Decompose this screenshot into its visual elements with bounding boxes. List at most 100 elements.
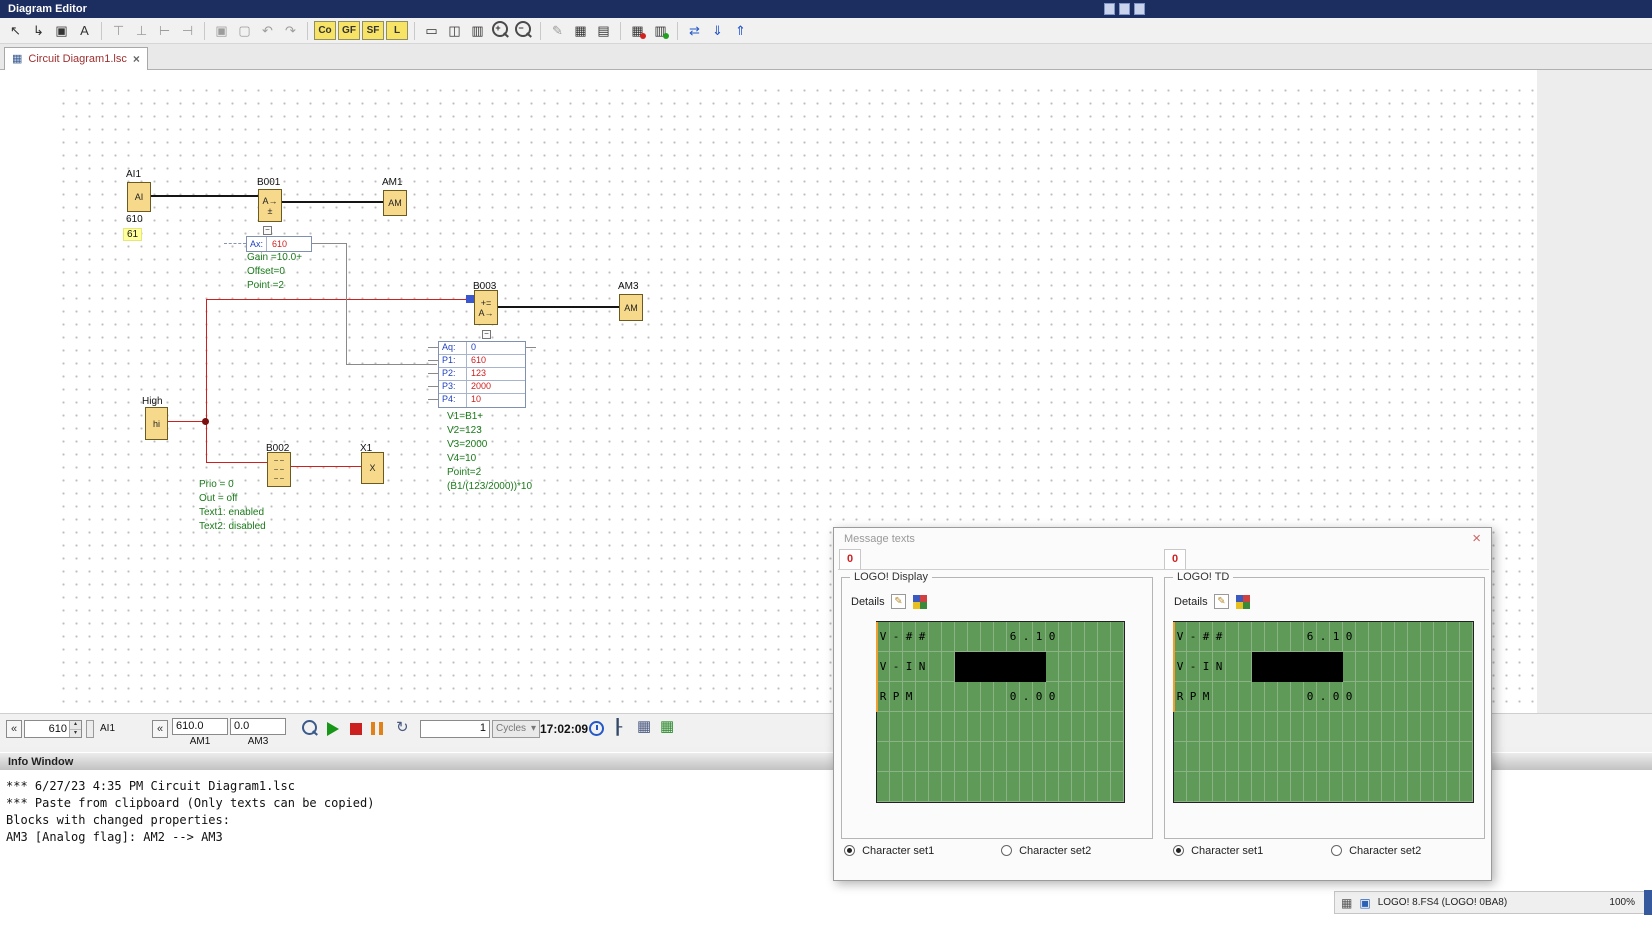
lcd-cell[interactable] [994,622,1007,652]
window-split2-icon[interactable]: ◫ [444,20,465,41]
lcd-cell[interactable] [968,712,981,742]
lcd-cell[interactable] [1291,622,1304,652]
connector-tool-icon[interactable]: ↳ [28,20,49,41]
window-split3-icon[interactable]: ▥ [467,20,488,41]
lcd-cell[interactable] [1072,742,1085,772]
lcd-cell[interactable] [1252,772,1265,802]
lcd-cell[interactable]: 0 [1304,682,1317,712]
lcd-cell[interactable] [1111,682,1124,712]
block-insert-icon[interactable]: ▣ [51,20,72,41]
ax-parameter-box[interactable]: Ax: 610 [246,236,312,252]
message-tab-0-display[interactable]: 0 [839,549,861,569]
lcd-cell[interactable] [929,622,942,652]
lcd-cell[interactable] [955,712,968,742]
ai1-input-value[interactable]: 610 [25,721,69,737]
wire-to-b002[interactable] [206,462,267,463]
lcd-cell[interactable] [1304,742,1317,772]
lcd-cell[interactable] [1111,742,1124,772]
lcd-cell[interactable] [1408,712,1421,742]
lcd-cell[interactable] [1460,622,1473,652]
lcd-cell[interactable] [1265,742,1278,772]
lcd-cell[interactable] [1356,772,1369,802]
lcd-cell[interactable] [981,622,994,652]
lcd-cell[interactable] [1447,712,1460,742]
lcd-cell[interactable] [1239,622,1252,652]
lcd-cell[interactable]: 0 [1007,682,1020,712]
lcd-cell[interactable] [1343,742,1356,772]
start-simulation-icon[interactable] [327,722,339,736]
lcd-cell[interactable] [994,772,1007,802]
lcd-cell[interactable] [1007,742,1020,772]
lcd-cell[interactable] [968,772,981,802]
lcd-cell[interactable]: P [890,682,903,712]
send-backward-icon[interactable]: ▢ [234,20,255,41]
lcd-cell[interactable] [1304,772,1317,802]
lcd-cell[interactable] [1434,652,1447,682]
tree-view-icon[interactable]: ┠ [613,719,622,735]
lcd-cell[interactable] [942,742,955,772]
lcd-cell[interactable]: # [903,622,916,652]
lcd-cell[interactable]: N [916,652,929,682]
lcd-cell[interactable] [1460,772,1473,802]
lcd-cell[interactable] [916,712,929,742]
lcd-cell[interactable]: I [903,652,916,682]
display-charset2-option[interactable]: Character set2 [1001,845,1091,857]
lcd-cell[interactable]: I [1200,652,1213,682]
lcd-cell[interactable] [1343,772,1356,802]
stepper-up-icon[interactable]: ▴ [70,721,81,730]
lcd-cell[interactable] [955,772,968,802]
td-charset1-option[interactable]: Character set1 [1173,845,1263,857]
lcd-cell[interactable] [1278,742,1291,772]
undo-icon[interactable]: ↶ [257,20,278,41]
lcd-cell[interactable] [968,742,981,772]
lcd-cell[interactable] [1369,772,1382,802]
message-tab-0-td[interactable]: 0 [1164,549,1186,569]
lcd-cell[interactable] [1421,622,1434,652]
lcd-cell[interactable] [1059,652,1072,682]
lcd-cell[interactable] [942,772,955,802]
lcd-cell[interactable] [1434,742,1447,772]
wire-to-b003[interactable] [206,299,467,300]
lcd-cell[interactable] [1447,622,1460,652]
lcd-cell[interactable] [1330,772,1343,802]
lcd-cell[interactable]: - [890,652,903,682]
lcd-cell[interactable] [1098,652,1111,682]
lcd-cell[interactable] [1072,652,1085,682]
window-single-icon[interactable]: ▭ [421,20,442,41]
lcd-cell[interactable] [1239,712,1252,742]
lcd-cell[interactable]: 0 [1343,682,1356,712]
lcd-cell[interactable]: 1 [1330,622,1343,652]
lcd-cell[interactable] [1239,772,1252,802]
lcd-cell[interactable] [1343,712,1356,742]
lcd-cell[interactable] [1447,772,1460,802]
probe-tool-icon[interactable] [300,719,320,739]
lcd-cell[interactable]: . [1020,682,1033,712]
cycles-dropdown[interactable]: Cycles ▾ [492,720,540,738]
special-functions-button[interactable]: SF [362,21,384,40]
lcd-cell[interactable] [877,712,890,742]
tab-circuit-diagram1[interactable]: ▦ Circuit Diagram1.lsc × [4,47,148,70]
lcd-cell[interactable] [1046,652,1059,682]
lcd-cell[interactable] [1111,712,1124,742]
lcd-cell[interactable] [890,772,903,802]
lcd-cell[interactable] [1200,772,1213,802]
lcd-cell[interactable] [1382,742,1395,772]
lcd-cell[interactable] [1460,742,1473,772]
lcd-cell[interactable] [1278,772,1291,802]
lcd-cell[interactable] [1085,622,1098,652]
lcd-cell[interactable] [1278,712,1291,742]
lcd-cell[interactable]: - [1187,622,1200,652]
clock-icon[interactable] [589,721,604,736]
lcd-cell[interactable] [1395,772,1408,802]
titlebar-icon-1[interactable] [1104,3,1115,15]
lcd-cell[interactable] [1447,682,1460,712]
radio-character-set1-td[interactable] [1173,845,1184,856]
lcd-cell[interactable] [890,712,903,742]
lcd-cell[interactable]: V [877,652,890,682]
lcd-cell[interactable]: - [1187,652,1200,682]
lcd-cell[interactable] [1434,622,1447,652]
wire-b002-x1[interactable] [291,466,361,467]
lcd-cell[interactable] [1200,742,1213,772]
lcd-cell[interactable] [1408,652,1421,682]
radio-character-set2-display[interactable] [1001,845,1012,856]
